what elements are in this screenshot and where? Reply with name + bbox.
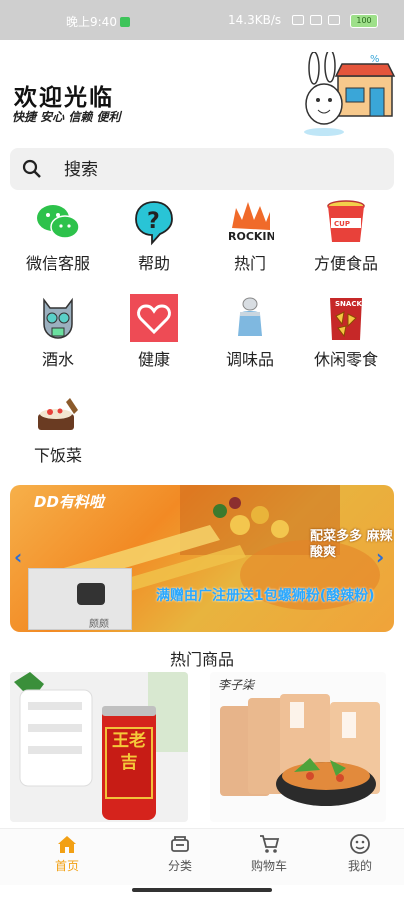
category-seasoning[interactable]: 调味品: [202, 294, 298, 382]
instant-noodle-icon: CUP: [327, 200, 365, 242]
snack-bag-icon: SNACK: [330, 298, 362, 340]
category-label: 酒水: [41, 350, 74, 369]
category-drinks[interactable]: 酒水: [10, 294, 106, 382]
help-icon: ?: [135, 201, 173, 246]
category-health[interactable]: 健康: [106, 294, 202, 382]
signal-icon: [310, 15, 322, 25]
banner-promo-text: 满赠由广注册送1包螺狮粉(酸辣粉): [156, 588, 375, 604]
product-brand-label: 王老吉: [112, 731, 146, 773]
search-icon: [22, 159, 41, 178]
product-image-wanglaoji: [10, 672, 188, 822]
promo-banner[interactable]: DD有料啦 配菜多多 麻辣酸爽 颇颇 满赠由广注册送1包螺狮粉(酸辣粉) ‹ ›: [10, 485, 394, 632]
network-speed: 14.3KB/s: [228, 13, 282, 27]
header: 欢迎光临 快捷 安心 信赖 便利 %: [0, 40, 404, 142]
category-label: 休闲零食: [313, 350, 378, 369]
bluetooth-icon: [292, 15, 304, 25]
category-label: 调味品: [225, 350, 274, 369]
welcome-title: 欢迎光临: [14, 85, 114, 111]
category-hot[interactable]: ROCKING 热门: [202, 198, 298, 286]
hot-rocking-icon: ROCKING: [228, 202, 274, 243]
wifi-icon: [328, 15, 340, 25]
product-card[interactable]: 李子柒: [210, 672, 386, 822]
wechat-notification-icon: [119, 17, 130, 27]
cat-bottle-icon: [43, 297, 73, 339]
product-image-liziqi: [210, 672, 386, 822]
svg-text:SNACK: SNACK: [335, 300, 362, 308]
cart-icon: [260, 835, 280, 853]
tab-profile[interactable]: 我的: [325, 833, 395, 874]
tab-label: 购物车: [250, 859, 287, 873]
rabbit-shop-mascot-icon: %: [304, 52, 396, 136]
video-caption: 颇颇: [89, 619, 109, 630]
profile-icon: [350, 834, 370, 854]
banner-next-chevron-icon[interactable]: ›: [376, 545, 384, 569]
product-brand-label: 李子柒: [218, 678, 255, 692]
salt-shaker-icon: [238, 297, 262, 336]
home-icon: [58, 836, 76, 853]
heart-icon: [130, 294, 178, 342]
tab-category[interactable]: 分类: [145, 833, 215, 874]
category-side-dishes[interactable]: 下饭菜: [10, 390, 106, 478]
category-help[interactable]: ? 帮助: [106, 198, 202, 286]
banner-prev-chevron-icon[interactable]: ‹: [14, 545, 22, 569]
tab-label: 分类: [167, 859, 192, 873]
dish-icon: [38, 398, 78, 430]
hot-products-title: 热门商品: [169, 650, 234, 669]
svg-text:%: %: [370, 54, 380, 65]
category-label: 帮助: [137, 254, 170, 273]
status-time: 晚上9:40: [66, 13, 130, 30]
banner-headline: DD有料啦: [34, 493, 104, 511]
search-input[interactable]: [62, 156, 366, 184]
category-instant-food[interactable]: CUP 方便食品: [298, 198, 394, 286]
dog-image: [77, 583, 105, 605]
tab-home[interactable]: 首页: [32, 833, 102, 874]
svg-text:CUP: CUP: [334, 220, 350, 228]
tab-label: 首页: [54, 859, 79, 873]
category-label: 健康: [137, 350, 170, 369]
bottom-tab-bar: 首页 分类 购物车 我的: [0, 828, 404, 885]
banner-video-thumbnail[interactable]: 颇颇: [28, 568, 132, 630]
product-card[interactable]: 王老吉: [10, 672, 188, 822]
category-icon: [171, 836, 189, 852]
svg-text:?: ?: [147, 209, 160, 234]
slogan: 快捷 安心 信赖 便利: [12, 110, 121, 124]
category-label: 微信客服: [25, 254, 90, 273]
home-indicator[interactable]: [132, 888, 272, 892]
search-bar[interactable]: [10, 148, 394, 190]
category-wechat-service[interactable]: 微信客服: [10, 198, 106, 286]
tab-label: 我的: [347, 859, 372, 873]
status-bar: 晚上9:40 14.3KB/s 100: [0, 0, 404, 40]
wechat-icon: [37, 205, 80, 239]
svg-text:ROCKING: ROCKING: [228, 230, 274, 243]
category-label: 下饭菜: [33, 446, 82, 465]
category-label: 热门: [233, 254, 266, 273]
battery-icon: 100: [350, 14, 378, 28]
category-snacks[interactable]: SNACK 休闲零食: [298, 294, 394, 382]
tab-cart[interactable]: 购物车: [234, 833, 304, 874]
category-label: 方便食品: [313, 254, 378, 273]
